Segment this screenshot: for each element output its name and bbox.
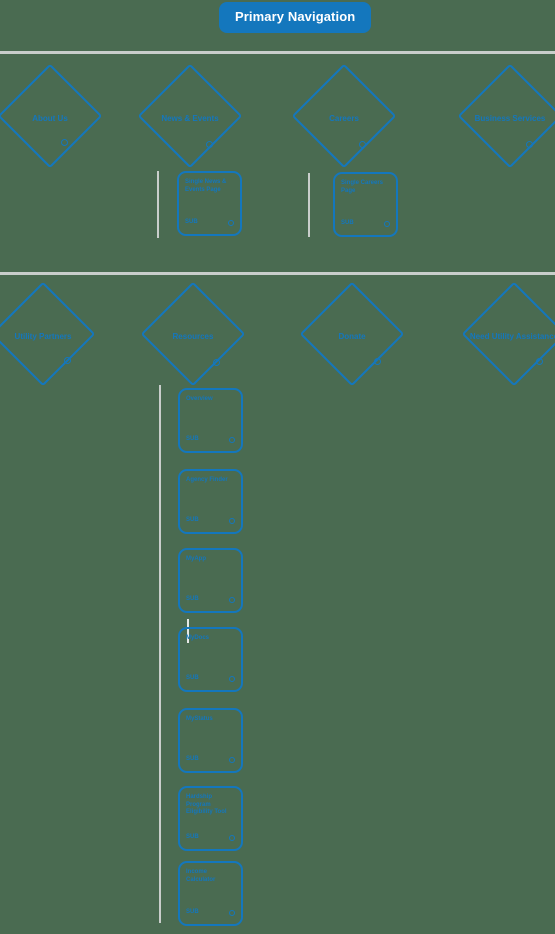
card-subtitle: SUB — [341, 220, 354, 226]
card-subtitle: SUB — [185, 219, 198, 225]
card-mydocs[interactable]: MyDocs SUB — [178, 627, 243, 692]
node-label: Donate — [338, 331, 366, 341]
card-subtitle: SUB — [186, 834, 199, 840]
node-label: Resources — [172, 331, 214, 341]
node-handle-icon — [374, 358, 381, 365]
node-handle-icon — [536, 358, 543, 365]
card-handle-icon — [229, 757, 235, 763]
card-subtitle: SUB — [186, 909, 199, 915]
node-careers[interactable]: Careers — [291, 63, 397, 169]
card-title: Income Calculator — [186, 869, 216, 883]
section-divider-middle — [0, 272, 555, 275]
card-handle-icon — [384, 221, 390, 227]
card-handle-icon — [228, 220, 234, 226]
card-title: Agency Finder — [186, 477, 228, 483]
header-zone: Primary Navigation — [0, 0, 555, 52]
card-agency-finder[interactable]: Agency Finder SUB — [178, 469, 243, 534]
node-handle-icon — [64, 357, 71, 364]
card-subtitle: SUB — [186, 756, 199, 762]
card-title: Single Careers Page — [341, 180, 384, 194]
connector-rail-resources — [159, 385, 161, 923]
card-handle-icon — [229, 910, 235, 916]
node-utility-partners[interactable]: Utility Partners — [0, 281, 96, 387]
node-donate[interactable]: Donate — [299, 281, 405, 387]
node-handle-icon — [359, 141, 366, 148]
node-need-utility-assistance[interactable]: Need Utility Assistance — [461, 281, 555, 387]
node-business-services[interactable]: Business Services — [457, 63, 555, 169]
primary-navigation-badge[interactable]: Primary Navigation — [219, 2, 372, 33]
card-title: Overview — [186, 396, 213, 402]
card-mystatus[interactable]: MyStatus SUB — [178, 708, 243, 773]
node-news-events[interactable]: News & Events — [137, 63, 243, 169]
node-handle-icon — [61, 139, 68, 146]
node-label: Business Services — [474, 113, 546, 123]
node-label: Careers — [329, 113, 359, 123]
card-subtitle: SUB — [186, 517, 199, 523]
card-handle-icon — [229, 676, 235, 682]
connector-rail-careers — [308, 173, 310, 237]
node-label: About Us — [32, 113, 68, 123]
card-title: Single News & Events Page — [185, 179, 227, 193]
node-handle-icon — [213, 359, 220, 366]
card-title: MyDocs — [186, 635, 210, 641]
card-handle-icon — [229, 597, 235, 603]
card-myapp[interactable]: MyApp SUB — [178, 548, 243, 613]
node-about-us[interactable]: About Us — [0, 63, 103, 169]
card-single-news-events-page[interactable]: Single News & Events Page SUB — [177, 171, 242, 236]
node-handle-icon — [526, 141, 533, 148]
card-title: MyApp — [186, 556, 206, 562]
card-subtitle: SUB — [186, 596, 199, 602]
card-overview[interactable]: Overview SUB — [178, 388, 243, 453]
card-handle-icon — [229, 835, 235, 841]
card-subtitle: SUB — [186, 675, 199, 681]
node-resources[interactable]: Resources — [140, 281, 246, 387]
node-handle-icon — [206, 141, 213, 148]
card-title: MyStatus — [186, 716, 213, 722]
card-income-calculator[interactable]: Income Calculator SUB — [178, 861, 243, 926]
node-label: News & Events — [161, 113, 219, 123]
card-handle-icon — [229, 437, 235, 443]
card-hardship-program-eligibility-tool[interactable]: Hardship Program Eligibility Tool SUB — [178, 786, 243, 851]
card-title: Hardship Program Eligibility Tool — [186, 794, 227, 815]
node-label: Utility Partners — [14, 331, 72, 341]
card-single-careers-page[interactable]: Single Careers Page SUB — [333, 172, 398, 237]
card-subtitle: SUB — [186, 436, 199, 442]
section-divider-top — [0, 51, 555, 54]
connector-rail-news — [157, 171, 159, 238]
card-handle-icon — [229, 518, 235, 524]
